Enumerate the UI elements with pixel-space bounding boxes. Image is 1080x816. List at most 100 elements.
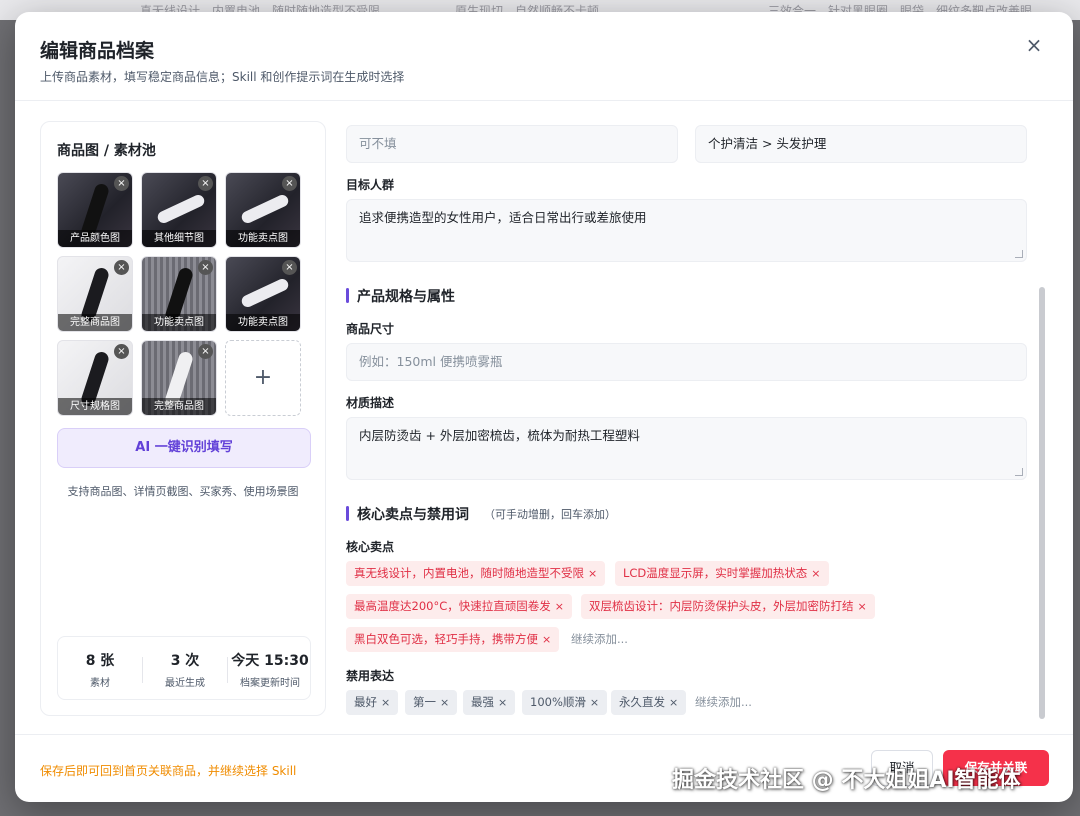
core-point-add-input[interactable]: 继续添加...	[571, 627, 628, 652]
form-scrollbar[interactable]	[1038, 121, 1046, 725]
remove-asset-icon[interactable]: ×	[114, 344, 129, 359]
asset-thumbnail[interactable]: × 功能卖点图	[225, 256, 301, 332]
size-input[interactable]: 例如：150ml 便携喷雾瓶	[346, 343, 1027, 381]
asset-label: 产品颜色图	[58, 230, 132, 247]
banned-word-add-input[interactable]: 继续添加...	[695, 690, 752, 715]
remove-tag-icon[interactable]: ×	[590, 696, 599, 709]
product-image	[239, 192, 291, 226]
core-points-label: 核心卖点	[346, 540, 395, 554]
banned-word-tag[interactable]: 第一 ×	[405, 690, 458, 715]
target-audience-label: 目标人群	[346, 178, 395, 192]
banned-word-tag[interactable]: 永久直发 ×	[611, 690, 687, 715]
target-audience-text: 追求便携造型的女性用户，适合日常出行或差旅使用	[359, 210, 647, 225]
resize-handle-icon[interactable]	[1015, 250, 1023, 258]
asset-label: 功能卖点图	[226, 230, 300, 247]
asset-thumbnail[interactable]: × 尺寸规格图	[57, 340, 133, 416]
add-asset-button[interactable]: +	[225, 340, 301, 416]
product-image	[239, 276, 291, 310]
remove-tag-icon[interactable]: ×	[555, 600, 564, 613]
asset-pool-panel: 商品图 / 素材池 × 产品颜色图 × 其他细节图 × 功能卖点图 × 完整商品…	[40, 121, 326, 716]
asset-label: 完整商品图	[58, 314, 132, 331]
remove-tag-icon[interactable]: ×	[669, 696, 678, 709]
selling-section-title: 核心卖点与禁用词	[346, 504, 469, 524]
watermark: 掘金技术社区 @ 不大姐姐AI智能体	[672, 768, 1021, 793]
asset-thumbnail[interactable]: × 完整商品图	[57, 256, 133, 332]
product-form: 可不填 个护清洁 > 头发护理 目标人群 追求便携造型的女性用户，适合日常出行或…	[345, 121, 1041, 721]
asset-label: 完整商品图	[142, 398, 216, 415]
asset-label: 尺寸规格图	[58, 398, 132, 415]
optional-field-input[interactable]: 可不填	[346, 125, 678, 163]
banned-word-tag[interactable]: 100%顺滑 ×	[522, 690, 608, 715]
asset-label: 其他细节图	[142, 230, 216, 247]
core-point-tag[interactable]: 黑白双色可选，轻巧手持，携带方便 ×	[346, 627, 560, 652]
modal-subtitle: 上传商品素材，填写稳定商品信息；Skill 和创作提示词在生成时选择	[40, 70, 405, 84]
ai-autofill-button[interactable]: AI 一键识别填写	[57, 428, 311, 468]
tag-text: 最强	[471, 695, 494, 709]
stat-label: 素材	[90, 678, 110, 689]
footer-note: 保存后即可回到首页关联商品，并继续选择 Skill	[40, 764, 297, 778]
size-label: 商品尺寸	[346, 322, 395, 336]
remove-tag-icon[interactable]: ×	[440, 696, 449, 709]
core-point-tag[interactable]: 双层梳齿设计：内层防烫保护头皮，外层加密防打结 ×	[581, 594, 875, 619]
asset-thumbnail[interactable]: × 产品颜色图	[57, 172, 133, 248]
asset-thumbnail[interactable]: × 功能卖点图	[141, 256, 217, 332]
asset-thumbnail[interactable]: × 完整商品图	[141, 340, 217, 416]
remove-asset-icon[interactable]: ×	[114, 260, 129, 275]
material-label: 材质描述	[346, 396, 395, 410]
asset-thumbnail[interactable]: × 功能卖点图	[225, 172, 301, 248]
stat-value: 8 张	[85, 653, 115, 669]
tag-text: 最好	[354, 695, 377, 709]
asset-pool-title: 商品图 / 素材池	[57, 143, 156, 159]
stat-value: 今天 15:30	[231, 653, 309, 669]
resize-handle-icon[interactable]	[1015, 468, 1023, 476]
modal-title: 编辑商品档案	[40, 40, 155, 62]
tag-text: 黑白双色可选，轻巧手持，携带方便	[354, 632, 538, 646]
core-point-tag[interactable]: LCD温度显示屏，实时掌握加热状态 ×	[615, 561, 829, 586]
remove-tag-icon[interactable]: ×	[498, 696, 507, 709]
asset-thumbnail[interactable]: × 其他细节图	[141, 172, 217, 248]
remove-asset-icon[interactable]: ×	[198, 260, 213, 275]
stat-value: 3 次	[170, 653, 200, 669]
remove-asset-icon[interactable]: ×	[282, 260, 297, 275]
asset-label: 功能卖点图	[226, 314, 300, 331]
remove-tag-icon[interactable]: ×	[381, 696, 390, 709]
remove-tag-icon[interactable]: ×	[811, 567, 820, 580]
core-point-tag[interactable]: 最高温度达200°C，快速拉直顽固卷发 ×	[346, 594, 572, 619]
tag-text: 100%顺滑	[530, 695, 586, 709]
banned-word-tag[interactable]: 最强 ×	[463, 690, 516, 715]
selling-section-note: （可手动增删，回车添加）	[484, 508, 616, 521]
remove-asset-icon[interactable]: ×	[114, 176, 129, 191]
material-textarea[interactable]: 内层防烫齿 + 外层加密梳齿，梳体为耐热工程塑料	[346, 417, 1027, 480]
tag-text: 真无线设计，内置电池，随时随地造型不受限	[354, 566, 584, 580]
banned-word-tag[interactable]: 最好 ×	[346, 690, 399, 715]
material-text: 内层防烫齿 + 外层加密梳齿，梳体为耐热工程塑料	[359, 428, 640, 443]
edit-product-modal: 编辑商品档案 上传商品素材，填写稳定商品信息；Skill 和创作提示词在生成时选…	[15, 12, 1073, 802]
tag-text: 双层梳齿设计：内层防烫保护头皮，外层加密防打结	[589, 599, 854, 613]
tag-text: 第一	[413, 695, 436, 709]
close-icon[interactable]: ×	[1021, 32, 1047, 58]
target-audience-textarea[interactable]: 追求便携造型的女性用户，适合日常出行或差旅使用	[346, 199, 1027, 262]
stat-label: 档案更新时间	[240, 678, 300, 689]
product-image	[155, 192, 207, 226]
ai-autofill-hint: 支持商品图、详情页截图、买家秀、使用场景图	[67, 485, 299, 498]
scrollbar-thumb[interactable]	[1039, 287, 1045, 719]
tag-text: 最高温度达200°C，快速拉直顽固卷发	[354, 599, 551, 613]
stat-label: 最近生成	[165, 678, 205, 689]
remove-tag-icon[interactable]: ×	[542, 633, 551, 646]
asset-stats: 8 张 素材 3 次 最近生成 今天 15:30 档案更新时间	[57, 636, 311, 700]
remove-asset-icon[interactable]: ×	[198, 176, 213, 191]
modal-header: 编辑商品档案 上传商品素材，填写稳定商品信息；Skill 和创作提示词在生成时选…	[15, 12, 1073, 101]
remove-tag-icon[interactable]: ×	[858, 600, 867, 613]
remove-asset-icon[interactable]: ×	[282, 176, 297, 191]
tag-text: LCD温度显示屏，实时掌握加热状态	[623, 566, 808, 580]
core-point-tag[interactable]: 真无线设计，内置电池，随时随地造型不受限 ×	[346, 561, 606, 586]
remove-asset-icon[interactable]: ×	[198, 344, 213, 359]
asset-label: 功能卖点图	[142, 314, 216, 331]
spec-section-title: 产品规格与属性	[346, 286, 455, 306]
stat-generations: 3 次 最近生成	[143, 637, 227, 701]
remove-tag-icon[interactable]: ×	[588, 567, 597, 580]
stat-assets: 8 张 素材	[58, 637, 142, 701]
tag-text: 永久直发	[619, 695, 665, 709]
category-select[interactable]: 个护清洁 > 头发护理	[695, 125, 1027, 163]
banned-words-label: 禁用表达	[346, 669, 395, 683]
